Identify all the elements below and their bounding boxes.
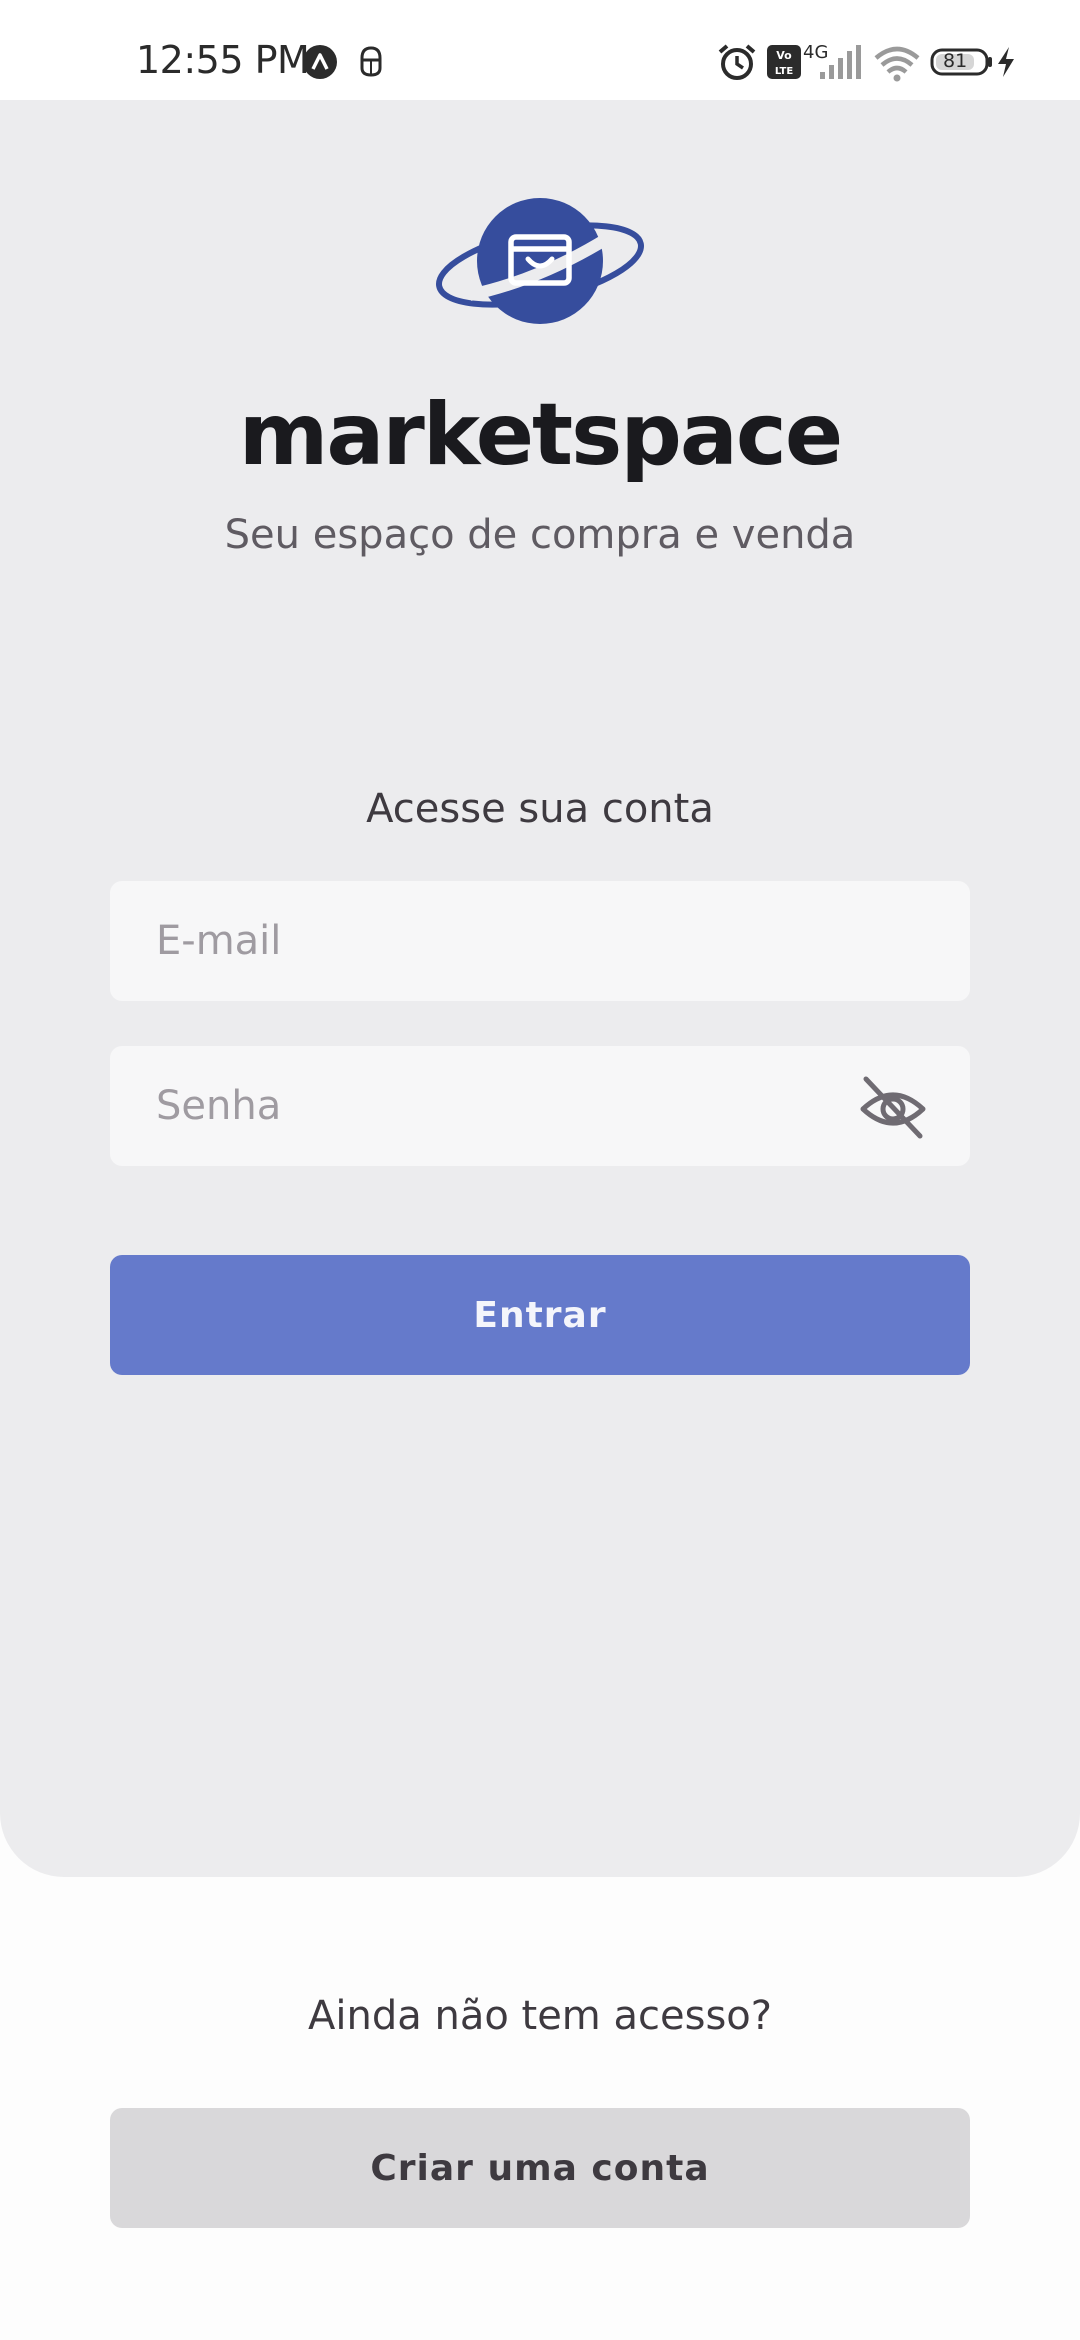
wifi-icon xyxy=(874,46,920,82)
password-field[interactable] xyxy=(110,1046,970,1166)
brand-title: marketspace xyxy=(238,385,843,485)
eye-off-icon[interactable] xyxy=(858,1075,928,1140)
create-account-button[interactable]: Criar uma conta xyxy=(110,2108,970,2228)
alarm-icon xyxy=(718,44,756,80)
status-bar: 12:55 PM Vo LTE 4G 81 xyxy=(0,0,1080,100)
app-notification-icon xyxy=(303,45,337,79)
charging-icon xyxy=(998,47,1014,77)
login-button[interactable]: Entrar xyxy=(110,1255,970,1375)
login-panel: marketspace Seu espaço de compra e venda… xyxy=(0,100,1080,1877)
brand-tagline: Seu espaço de compra e venda xyxy=(224,512,856,558)
login-heading: Acesse sua conta xyxy=(366,786,714,832)
volte-icon: Vo LTE xyxy=(767,45,801,79)
shopping-bag-planet-icon xyxy=(436,198,644,324)
battery-level: 81 xyxy=(943,50,968,72)
status-time: 12:55 PM xyxy=(136,38,310,82)
android-debug-icon xyxy=(360,46,382,77)
signup-prompt: Ainda não tem acesso? xyxy=(308,1993,772,2039)
svg-text:Vo: Vo xyxy=(776,49,792,62)
svg-text:LTE: LTE xyxy=(775,66,794,77)
email-field[interactable] xyxy=(110,881,970,1001)
signal-icon xyxy=(820,45,861,79)
